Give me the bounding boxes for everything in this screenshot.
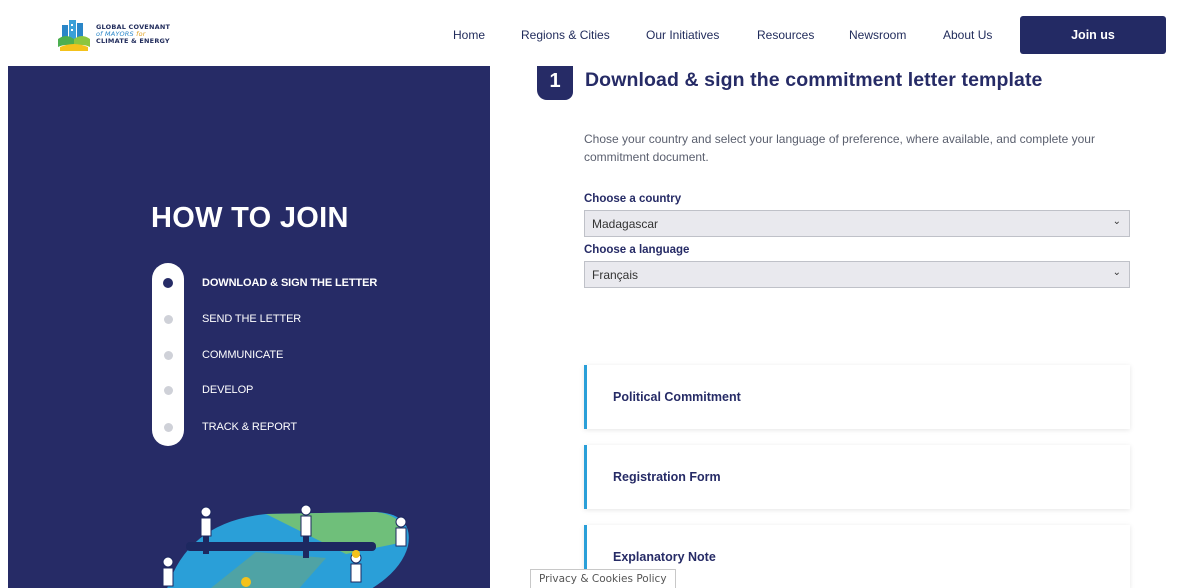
country-select[interactable]: Madagascar ⌄ [584,210,1130,237]
step-develop[interactable]: DEVELOP [152,380,253,400]
how-to-join-panel: HOW TO JOIN DOWNLOAD & SIGN THE LETTER S… [8,66,490,588]
logo-line-3: CLIMATE & ENERGY [96,36,170,45]
step-indicator [152,422,184,432]
nav-regions-cities[interactable]: Regions & Cities [521,28,610,42]
chevron-down-icon: ⌄ [1112,216,1121,227]
chevron-down-icon: ⌄ [1112,267,1121,278]
how-to-join-title: HOW TO JOIN [151,202,349,234]
logo-wordmark: GLOBAL COVENANT of MAYORS for CLIMATE & … [96,23,170,45]
step-label: DEVELOP [202,384,254,396]
document-registration-form[interactable]: Registration Form [584,445,1130,509]
step-label: TRACK & REPORT [202,421,297,433]
team-illustration-icon [162,504,409,588]
step-download-sign[interactable]: DOWNLOAD & SIGN THE LETTER [152,273,377,293]
step-label: SEND THE LETTER [202,313,302,325]
step-indicator [152,350,184,360]
site-header: GLOBAL COVENANT of MAYORS for CLIMATE & … [0,0,1202,66]
intro-text: Chose your country and select your langu… [584,132,1095,164]
step-indicator [152,385,184,395]
nav-newsroom[interactable]: Newsroom [849,28,906,42]
step-indicator-active [152,278,184,288]
step-label: COMMUNICATE [202,349,284,361]
covenant-logo-icon [58,20,90,51]
language-select-value: Français [592,267,639,282]
nav-home[interactable]: Home [453,28,485,42]
country-select-value: Madagascar [592,216,659,231]
privacy-cookies-link[interactable]: Privacy & Cookies Policy [530,569,676,588]
nav-our-initiatives[interactable]: Our Initiatives [646,28,719,42]
country-label: Choose a country [584,193,682,205]
step-communicate[interactable]: COMMUNICATE [152,345,283,365]
language-select[interactable]: Français ⌄ [584,261,1130,288]
step-send-letter[interactable]: SEND THE LETTER [152,309,301,329]
language-label: Choose a language [584,244,690,256]
nav-about-us[interactable]: About Us [943,28,992,42]
nav-resources[interactable]: Resources [757,28,814,42]
section-title: Download & sign the commitment letter te… [585,69,1043,91]
step-label: DOWNLOAD & SIGN THE LETTER [202,277,378,289]
step-number-badge: 1 [537,62,573,100]
join-us-button[interactable]: Join us [1020,16,1166,54]
document-political-commitment[interactable]: Political Commitment [584,365,1130,429]
step-track-report[interactable]: TRACK & REPORT [152,417,297,437]
step-indicator [152,314,184,324]
site-logo[interactable]: GLOBAL COVENANT of MAYORS for CLIMATE & … [58,14,218,54]
